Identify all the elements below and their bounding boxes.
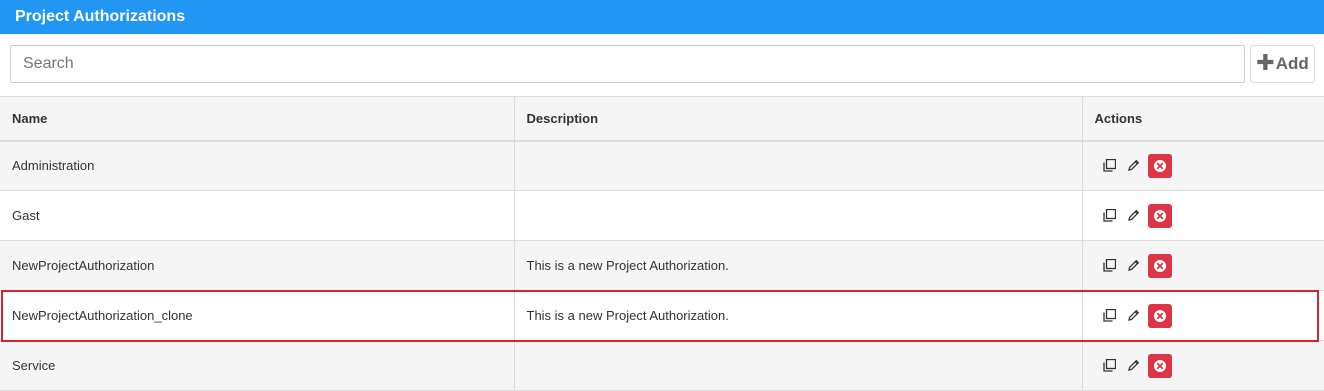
plus-icon: ✚ xyxy=(1256,50,1275,75)
pencil-icon xyxy=(1127,259,1140,272)
column-header-actions: Actions xyxy=(1081,96,1324,142)
row-actions-cell xyxy=(1081,240,1324,291)
table-row[interactable]: Service xyxy=(0,340,1324,391)
row-description-cell: This is a new Project Authorization. xyxy=(513,290,1082,341)
row-actions xyxy=(1095,303,1324,328)
clone-button[interactable] xyxy=(1100,205,1120,227)
row-name-cell: Service xyxy=(0,340,514,391)
row-name-cell: Gast xyxy=(0,190,514,241)
row-name-cell: NewProjectAuthorization_clone xyxy=(0,290,514,341)
edit-button[interactable] xyxy=(1124,255,1144,277)
pencil-icon xyxy=(1127,359,1140,372)
pencil-icon xyxy=(1127,159,1140,172)
edit-button[interactable] xyxy=(1124,155,1144,177)
row-actions xyxy=(1095,353,1324,378)
delete-button[interactable] xyxy=(1147,303,1172,328)
table-row[interactable]: NewProjectAuthorization_clone This is a n… xyxy=(0,290,1324,341)
delete-button[interactable] xyxy=(1147,153,1172,178)
copy-icon xyxy=(1103,159,1116,172)
column-header-description[interactable]: Description xyxy=(513,96,1082,142)
row-description-cell xyxy=(513,190,1082,241)
delete-button[interactable] xyxy=(1147,253,1172,278)
close-circle-icon xyxy=(1153,259,1167,273)
add-button[interactable]: ✚ Add xyxy=(1250,45,1315,83)
table-row[interactable]: Gast xyxy=(0,190,1324,241)
search-input[interactable] xyxy=(10,45,1245,83)
add-button-label: Add xyxy=(1275,54,1309,73)
row-description-cell xyxy=(513,340,1082,391)
table-row[interactable]: NewProjectAuthorization This is a new Pro… xyxy=(0,240,1324,291)
table-header-row: Name Description Actions xyxy=(0,96,1324,142)
copy-icon xyxy=(1103,359,1116,372)
clone-button[interactable] xyxy=(1100,155,1120,177)
edit-button[interactable] xyxy=(1124,305,1144,327)
clone-button[interactable] xyxy=(1100,255,1120,277)
row-actions xyxy=(1095,203,1324,228)
row-name-cell: NewProjectAuthorization xyxy=(0,240,514,291)
close-circle-icon xyxy=(1153,159,1167,173)
delete-button[interactable] xyxy=(1147,353,1172,378)
authorizations-table: Name Description Actions Administration G… xyxy=(0,96,1324,391)
row-description-cell xyxy=(513,140,1082,191)
pencil-icon xyxy=(1127,209,1140,222)
delete-button[interactable] xyxy=(1147,203,1172,228)
row-actions-cell xyxy=(1081,140,1324,191)
row-actions-cell xyxy=(1081,290,1324,341)
edit-button[interactable] xyxy=(1124,205,1144,227)
close-circle-icon xyxy=(1153,359,1167,373)
table-row[interactable]: Administration xyxy=(0,140,1324,191)
row-name-cell: Administration xyxy=(0,140,514,191)
row-actions-cell xyxy=(1081,190,1324,241)
close-circle-icon xyxy=(1153,309,1167,323)
edit-button[interactable] xyxy=(1124,355,1144,377)
row-actions-cell xyxy=(1081,340,1324,391)
row-description-cell: This is a new Project Authorization. xyxy=(513,240,1082,291)
row-actions xyxy=(1095,253,1324,278)
close-circle-icon xyxy=(1153,209,1167,223)
clone-button[interactable] xyxy=(1100,305,1120,327)
column-header-name[interactable]: Name xyxy=(0,96,514,142)
copy-icon xyxy=(1103,309,1116,322)
clone-button[interactable] xyxy=(1100,355,1120,377)
pencil-icon xyxy=(1127,309,1140,322)
copy-icon xyxy=(1103,209,1116,222)
row-actions xyxy=(1095,153,1324,178)
page-title: Project Authorizations xyxy=(0,0,1324,34)
copy-icon xyxy=(1103,259,1116,272)
